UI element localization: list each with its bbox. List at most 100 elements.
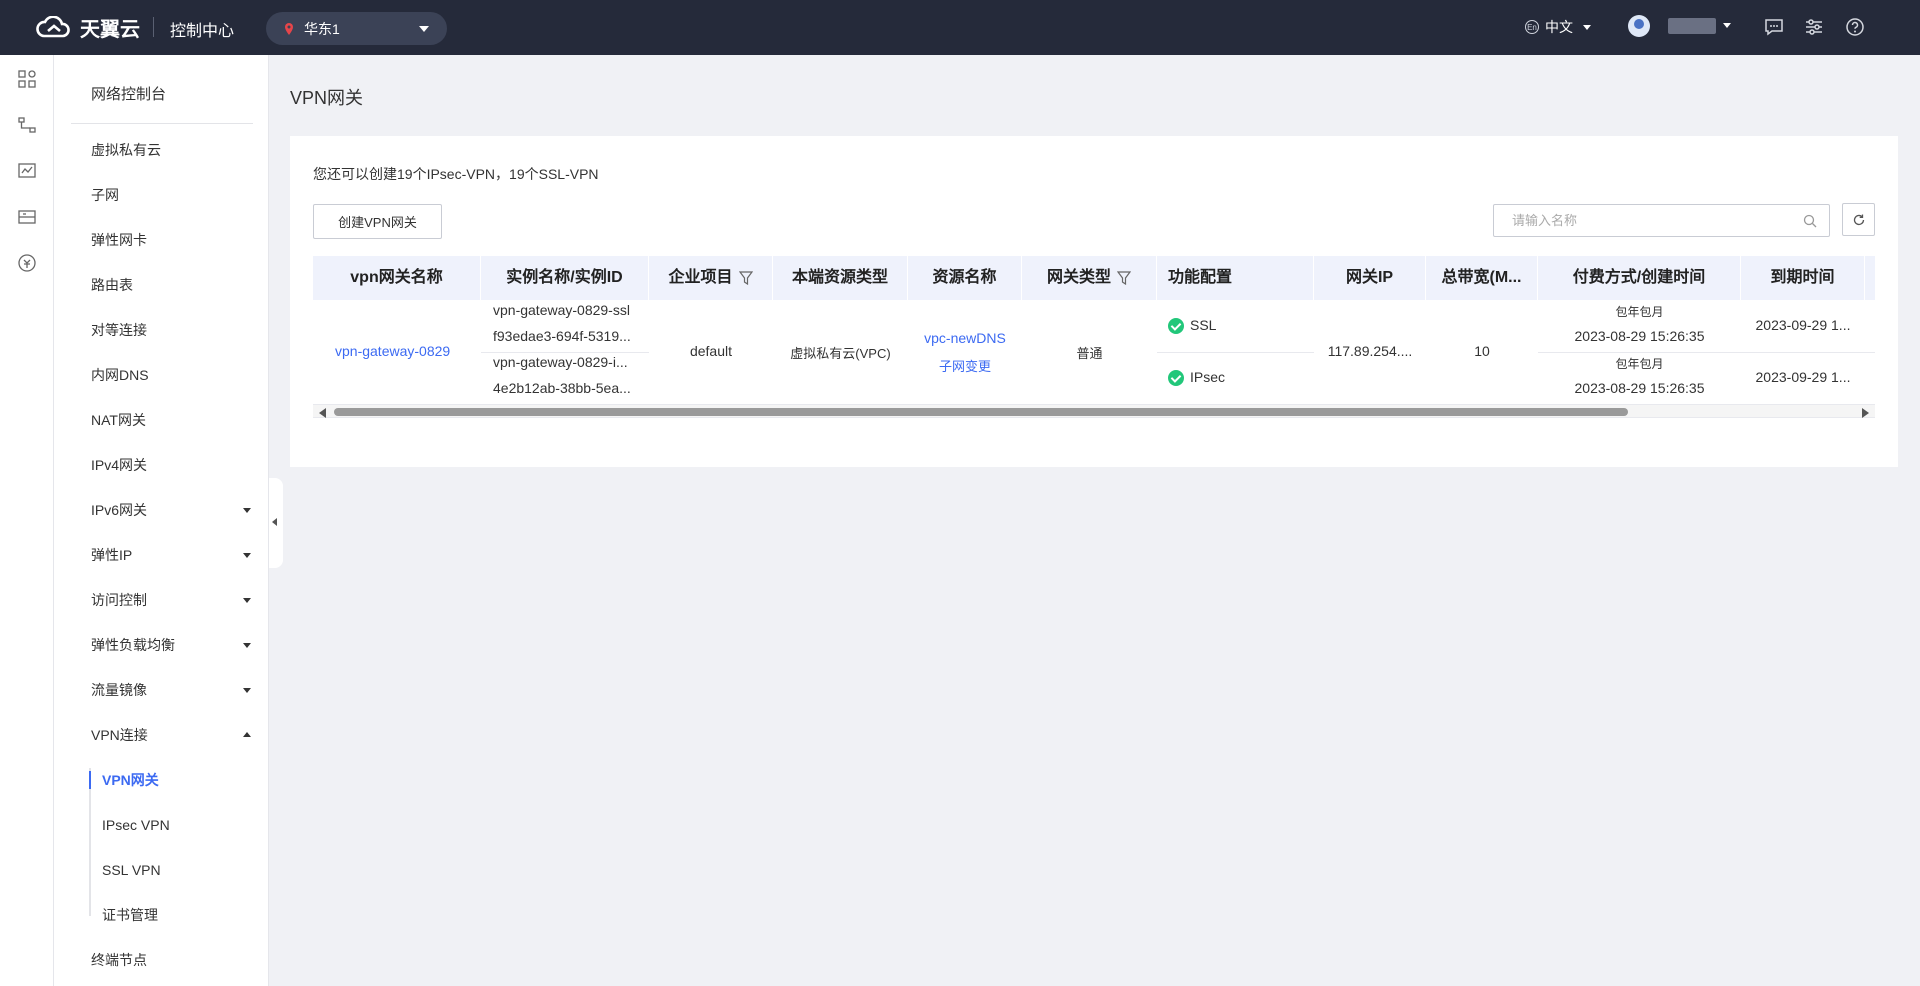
dashboard-grid-icon[interactable] [17,69,37,89]
product-icon-rail [0,55,54,986]
brand-logo[interactable]: 天翼云 [34,13,140,42]
refresh-icon [1853,214,1864,225]
message-icon[interactable] [1764,17,1784,37]
sidebar-item-label: 流量镜像 [91,682,147,698]
content-card: 您还可以创建19个IPsec-VPN，19个SSL-VPN 创建VPN网关 vp… [290,136,1898,467]
chevron-up-icon [243,732,251,737]
chevron-down-icon[interactable] [1723,23,1731,28]
local-resource-type: 虚拟私有云(VPC) [790,346,891,361]
sidebar-item-label: VPN连接 [91,727,148,743]
sidebar-navigation: 网络控制台 虚拟私有云 子网 弹性网卡 路由表 对等连接 内网DNS NAT网关… [54,55,269,986]
created-time: 2023-08-29 15:26:35 [1574,380,1705,396]
column-header: 到期时间 [1741,256,1865,300]
logo-separator [153,17,154,37]
horizontal-scrollbar[interactable] [313,404,1875,418]
sidebar-collapse-toggle[interactable] [269,478,283,568]
sidebar-item-private-dns[interactable]: 内网DNS [91,364,251,386]
billing-icon[interactable] [17,253,37,273]
table-header: vpn网关名称 实例名称/实例ID 企业项目 本端资源类型 资源名称 网关类型 … [313,256,1875,300]
sidebar-item-peering[interactable]: 对等连接 [91,319,251,341]
create-vpn-gateway-button[interactable]: 创建VPN网关 [313,204,442,239]
scrollbar-thumb[interactable] [334,408,1628,416]
feature-ipsec: IPsec [1168,369,1226,387]
chevron-down-icon [419,26,429,32]
sidebar-item-route-table[interactable]: 路由表 [91,274,251,296]
instance-name: vpn-gateway-0829-ssl [493,302,630,318]
sidebar-item-label: IPv6网关 [91,502,148,518]
cloud-logo-icon [36,15,70,37]
brand-name: 天翼云 [80,19,140,41]
sidebar-item-vpc[interactable]: 虚拟私有云 [91,139,251,161]
monitor-chart-icon[interactable] [17,161,37,181]
language-selector[interactable]: En 中文 [1525,17,1591,37]
column-header-enterprise-project: 企业项目 [649,256,773,300]
filter-icon[interactable] [738,271,753,285]
sidebar-title: 网络控制台 [91,86,167,103]
feature-label: IPsec [1190,369,1226,385]
sidebar-item-elb[interactable]: 弹性负载均衡 [91,634,251,656]
instance-id: 4e2b12ab-38bb-5ea... [493,380,631,396]
sidebar-item-nat-gateway[interactable]: NAT网关 [91,409,251,431]
chevron-down-icon [243,688,251,693]
sidebar-subitem-vpn-gateway[interactable]: VPN网关 [102,769,159,791]
check-circle-icon [1168,318,1184,335]
scroll-right-arrow-icon[interactable] [1862,408,1869,418]
sidebar-item-label: 弹性负载均衡 [91,637,175,653]
console-title[interactable]: 控制中心 [170,17,234,41]
sidebar-item-eni[interactable]: 弹性网卡 [91,229,251,251]
divider [481,352,649,353]
server-icon[interactable] [17,207,37,227]
column-header: 资源名称 [908,256,1022,300]
gateway-name-link[interactable]: vpn-gateway-0829 [335,343,450,359]
resource-name-link[interactable]: vpc-newDNS [908,330,1022,346]
column-header: 付费方式/创建时间 [1538,256,1741,300]
column-header: 功能配置 [1157,256,1314,300]
sidebar-item-endpoint[interactable]: 终端节点 [91,949,251,971]
settings-sliders-icon[interactable] [1804,17,1824,37]
expiry-time: 2023-09-29 1... [1755,369,1851,385]
column-header-label: 网关类型 [1046,269,1111,286]
column-header: 实例名称/实例ID [481,256,649,300]
quota-text: 您还可以创建19个IPsec-VPN，19个SSL-VPN [313,166,599,182]
region-label: 华东1 [304,20,340,37]
sidebar-item-access-control[interactable]: 访问控制 [91,589,251,611]
sidebar-subitem-ipsec-vpn[interactable]: IPsec VPN [102,814,170,836]
language-icon: En [1525,20,1539,34]
column-header: vpn网关名称 [313,256,481,300]
network-topology-icon[interactable] [17,115,37,135]
filter-icon[interactable] [1117,271,1131,285]
region-selector[interactable]: 华东1 [266,12,447,45]
chevron-down-icon [243,643,251,648]
help-icon[interactable] [1845,17,1865,37]
sidebar-item-eip[interactable]: 弹性IP [91,544,251,566]
language-label: 中文 [1545,19,1573,35]
username-redacted[interactable] [1668,18,1716,34]
top-navigation-bar: 天翼云 控制中心 华东1 En 中文 [0,0,1920,55]
refresh-button[interactable] [1842,203,1875,236]
chevron-down-icon [243,508,251,513]
divider [1157,352,1314,353]
column-header-gateway-type: 网关类型 [1022,256,1157,300]
sidebar-item-ipv4-gateway[interactable]: IPv4网关 [91,454,251,476]
check-circle-icon [1168,370,1184,387]
column-header: 网关IP [1314,256,1426,300]
billing-mode: 包年包月 [1615,305,1664,319]
sidebar-item-ipv6-gateway[interactable]: IPv6网关 [91,499,251,521]
created-time: 2023-08-29 15:26:35 [1574,328,1705,344]
avatar[interactable] [1628,15,1650,37]
search-input[interactable] [1493,204,1830,237]
search-icon[interactable] [1803,214,1817,228]
bandwidth: 10 [1474,343,1490,359]
scroll-left-arrow-icon[interactable] [319,408,326,418]
sidebar-item-subnet[interactable]: 子网 [91,184,251,206]
sidebar-subitem-certificates[interactable]: 证书管理 [102,904,158,926]
submenu-guide-line [89,768,91,916]
sidebar-item-vpn[interactable]: VPN连接 [91,724,251,746]
sidebar-item-label: 弹性IP [91,547,133,563]
sidebar-subitem-ssl-vpn[interactable]: SSL VPN [102,859,161,881]
sidebar-item-traffic-mirror[interactable]: 流量镜像 [91,679,251,701]
subnet-change-link[interactable]: 子网变更 [908,356,1022,375]
location-pin-icon [285,22,293,35]
feature-ssl: SSL [1168,317,1216,335]
column-header: 总带宽(M... [1426,256,1538,300]
